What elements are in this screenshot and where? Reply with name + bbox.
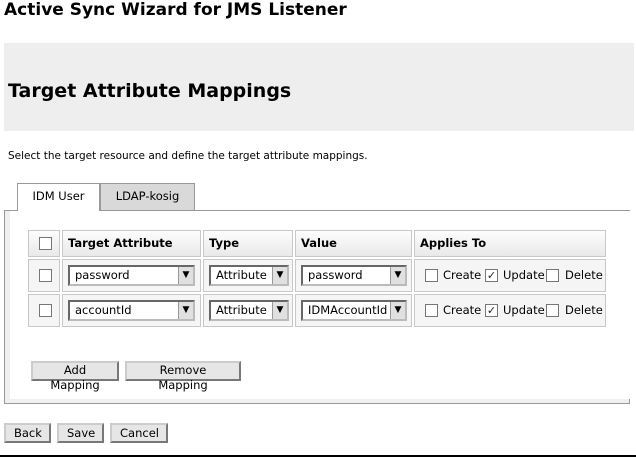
- update-checkbox[interactable]: ✓: [485, 269, 498, 282]
- update-label: Update: [503, 303, 545, 317]
- value-select[interactable]: password ▼: [301, 265, 407, 286]
- back-button[interactable]: Back: [4, 423, 51, 443]
- applies-to-cell: Create ✓ Update Delete: [414, 259, 606, 292]
- chevron-down-icon: ▼: [178, 267, 193, 284]
- row-select-cell: [28, 259, 60, 292]
- type-select[interactable]: Attribute ▼: [209, 300, 289, 321]
- header-target-attribute: Target Attribute: [62, 230, 201, 257]
- chevron-down-icon: ▼: [272, 267, 287, 284]
- create-label: Create: [443, 303, 482, 317]
- cancel-button[interactable]: Cancel: [110, 423, 168, 443]
- update-label: Update: [503, 268, 545, 282]
- bottom-divider: [0, 455, 636, 457]
- mappings-table: Target Attribute Type Value Applies To p…: [28, 230, 606, 328]
- chevron-down-icon: ▼: [390, 267, 405, 284]
- add-mapping-button[interactable]: Add Mapping: [31, 361, 119, 392]
- delete-checkbox[interactable]: [546, 269, 559, 282]
- value-value: IDMAccountId: [308, 303, 388, 317]
- type-cell: Attribute ▼: [203, 294, 293, 327]
- header-value: Value: [295, 230, 412, 257]
- check-icon: ✓: [486, 269, 497, 282]
- delete-checkbox[interactable]: [546, 304, 559, 317]
- applies-to-cell: Create ✓ Update Delete: [414, 294, 606, 327]
- type-select[interactable]: Attribute ▼: [209, 265, 289, 286]
- tab-ldap-kosig[interactable]: LDAP-kosig: [100, 183, 195, 210]
- section-title: Target Attribute Mappings: [8, 80, 292, 102]
- header-applies-to: Applies To: [414, 230, 606, 257]
- check-icon: ✓: [486, 304, 497, 317]
- target-attribute-value: accountId: [75, 303, 132, 317]
- row-select-checkbox[interactable]: [39, 304, 52, 317]
- tab-idm-user[interactable]: IDM User: [17, 183, 100, 211]
- create-label: Create: [443, 268, 482, 282]
- type-cell: Attribute ▼: [203, 259, 293, 292]
- value-select[interactable]: IDMAccountId ▼: [301, 300, 407, 321]
- chevron-down-icon: ▼: [272, 302, 287, 319]
- select-all-header: [28, 230, 60, 257]
- type-value: Attribute: [216, 268, 267, 282]
- value-cell: password ▼: [295, 259, 412, 292]
- type-value: Attribute: [216, 303, 267, 317]
- row-select-cell: [28, 294, 60, 327]
- target-attribute-value: password: [75, 268, 130, 282]
- target-attribute-select[interactable]: accountId ▼: [68, 300, 195, 321]
- chevron-down-icon: ▼: [178, 302, 193, 319]
- target-attribute-cell: accountId ▼: [62, 294, 201, 327]
- create-checkbox[interactable]: [425, 269, 438, 282]
- update-checkbox[interactable]: ✓: [485, 304, 498, 317]
- delete-label: Delete: [565, 268, 603, 282]
- chevron-down-icon: ▼: [390, 302, 405, 319]
- section-banner: Target Attribute Mappings: [4, 43, 634, 131]
- value-cell: IDMAccountId ▼: [295, 294, 412, 327]
- value-value: password: [308, 268, 363, 282]
- remove-mapping-button[interactable]: Remove Mapping: [125, 361, 241, 392]
- header-type: Type: [203, 230, 293, 257]
- delete-label: Delete: [565, 303, 603, 317]
- target-attribute-cell: password ▼: [62, 259, 201, 292]
- target-attribute-select[interactable]: password ▼: [68, 265, 195, 286]
- wizard-title: Active Sync Wizard for JMS Listener: [4, 0, 347, 20]
- save-button[interactable]: Save: [57, 423, 104, 443]
- create-checkbox[interactable]: [425, 304, 438, 317]
- select-all-checkbox[interactable]: [39, 237, 52, 250]
- instructions-text: Select the target resource and define th…: [8, 150, 368, 162]
- row-select-checkbox[interactable]: [39, 269, 52, 282]
